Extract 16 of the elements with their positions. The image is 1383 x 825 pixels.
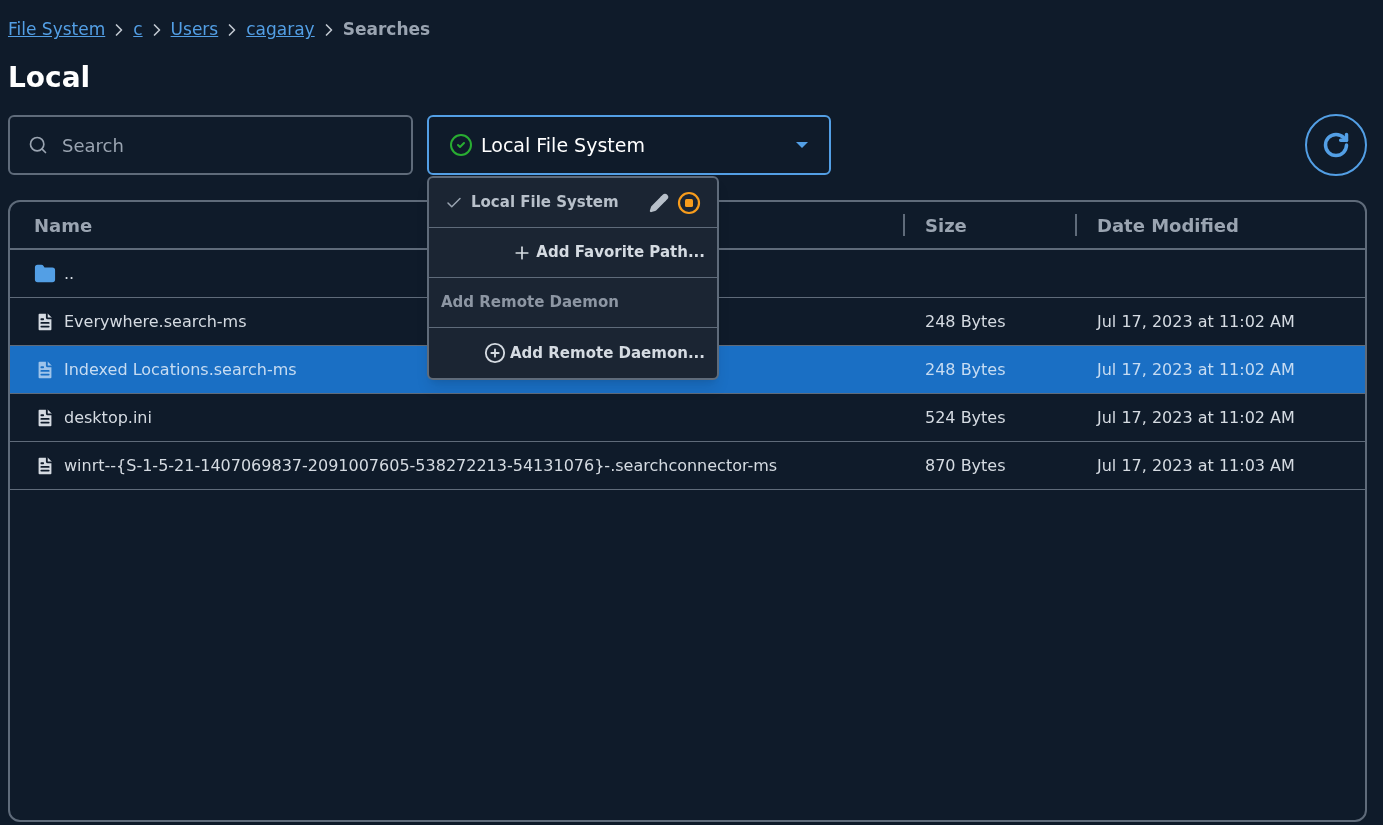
breadcrumb-current: Searches xyxy=(342,18,431,42)
menu-item-label: Local File System xyxy=(471,192,619,214)
file-size: 248 Bytes xyxy=(925,359,1006,379)
file-name: .. xyxy=(64,262,75,285)
date-modified: Jul 17, 2023 at 11:02 AM xyxy=(1097,359,1295,379)
file-name: Everywhere.search-ms xyxy=(64,310,247,333)
file-name: Indexed Locations.search-ms xyxy=(64,358,297,381)
file-size: 248 Bytes xyxy=(925,311,1006,331)
file-name: desktop.ini xyxy=(64,406,152,429)
page-title: Local xyxy=(8,60,92,96)
file-size: 524 Bytes xyxy=(925,407,1006,427)
date-modified: Jul 17, 2023 at 11:02 AM xyxy=(1097,407,1295,427)
file-name: winrt--{S-1-5-21-1407069837-2091007605-538272213-54131076}-.searchconnector-ms xyxy=(64,454,778,477)
date-modified: Jul 17, 2023 at 11:03 AM xyxy=(1097,455,1295,475)
date-modified: Jul 17, 2023 at 11:02 AM xyxy=(1097,311,1295,331)
file-size: 870 Bytes xyxy=(925,455,1006,475)
